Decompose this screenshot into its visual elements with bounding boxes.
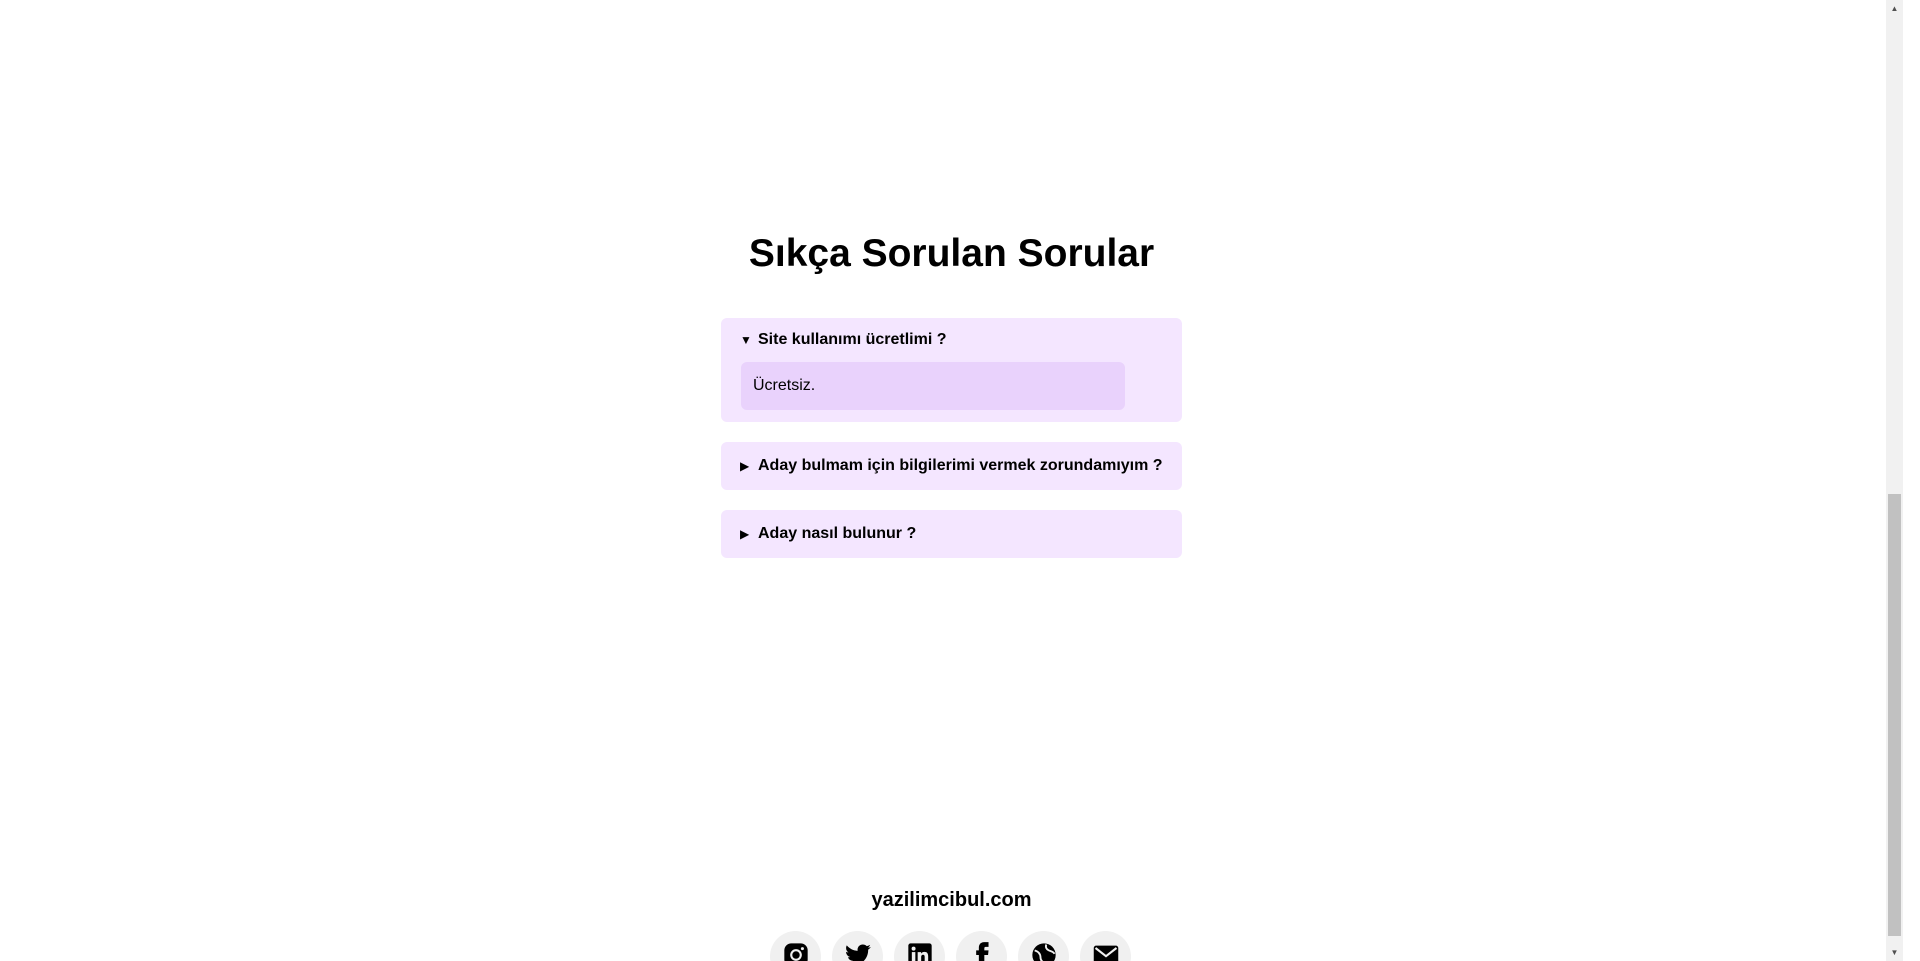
facebook-icon: [975, 942, 989, 961]
faq-title: Sıkça Sorulan Sorular: [748, 232, 1155, 275]
social-links: [770, 931, 1131, 961]
globe-icon: [1031, 943, 1056, 961]
triangle-right-icon: ▶: [740, 459, 750, 473]
faq-item-personal-info: ▶ Aday bulmam için bilgilerimi vermek zo…: [721, 442, 1182, 490]
mail-icon: [1093, 945, 1118, 961]
faq-item-site-usage: ▼ Site kullanımı ücretlimi ? Ücretsiz.: [721, 318, 1182, 422]
faq-question-toggle[interactable]: ▶ Aday nasıl bulunur ?: [721, 510, 1182, 558]
faq-question-label: Aday nasıl bulunur ?: [758, 525, 917, 542]
triangle-right-icon: ▶: [740, 527, 750, 541]
faq-item-find-candidate: ▶ Aday nasıl bulunur ?: [721, 510, 1182, 558]
twitter-icon: [845, 944, 871, 961]
mail-button[interactable]: [1080, 931, 1131, 961]
faq-question-toggle[interactable]: ▶ Aday bulmam için bilgilerimi vermek zo…: [721, 442, 1182, 490]
faq-question-toggle[interactable]: ▼ Site kullanımı ücretlimi ?: [721, 318, 1182, 362]
linkedin-icon: [907, 943, 932, 961]
faq-question-label: Aday bulmam için bilgilerimi vermek zoru…: [758, 457, 1163, 474]
website-button[interactable]: [1018, 931, 1069, 961]
scroll-down-arrow-icon[interactable]: ▼: [1886, 944, 1903, 961]
faq-question-label: Site kullanımı ücretlimi ?: [758, 331, 947, 348]
vertical-scrollbar[interactable]: ▲ ▼: [1886, 0, 1903, 961]
faq-answer: Ücretsiz.: [741, 362, 1125, 410]
linkedin-button[interactable]: [894, 931, 945, 961]
instagram-icon: [783, 943, 808, 961]
instagram-button[interactable]: [770, 931, 821, 961]
scroll-thumb[interactable]: [1888, 494, 1901, 936]
page: Sıkça Sorulan Sorular ▼ Site kullanımı ü…: [0, 0, 1903, 961]
facebook-button[interactable]: [956, 931, 1007, 961]
triangle-down-icon: ▼: [740, 333, 752, 347]
faq-list: ▼ Site kullanımı ücretlimi ? Ücretsiz. ▶…: [721, 318, 1182, 578]
scroll-up-arrow-icon[interactable]: ▲: [1886, 0, 1903, 17]
footer-brand: yazilimcibul.com: [871, 889, 1032, 911]
twitter-button[interactable]: [832, 931, 883, 961]
